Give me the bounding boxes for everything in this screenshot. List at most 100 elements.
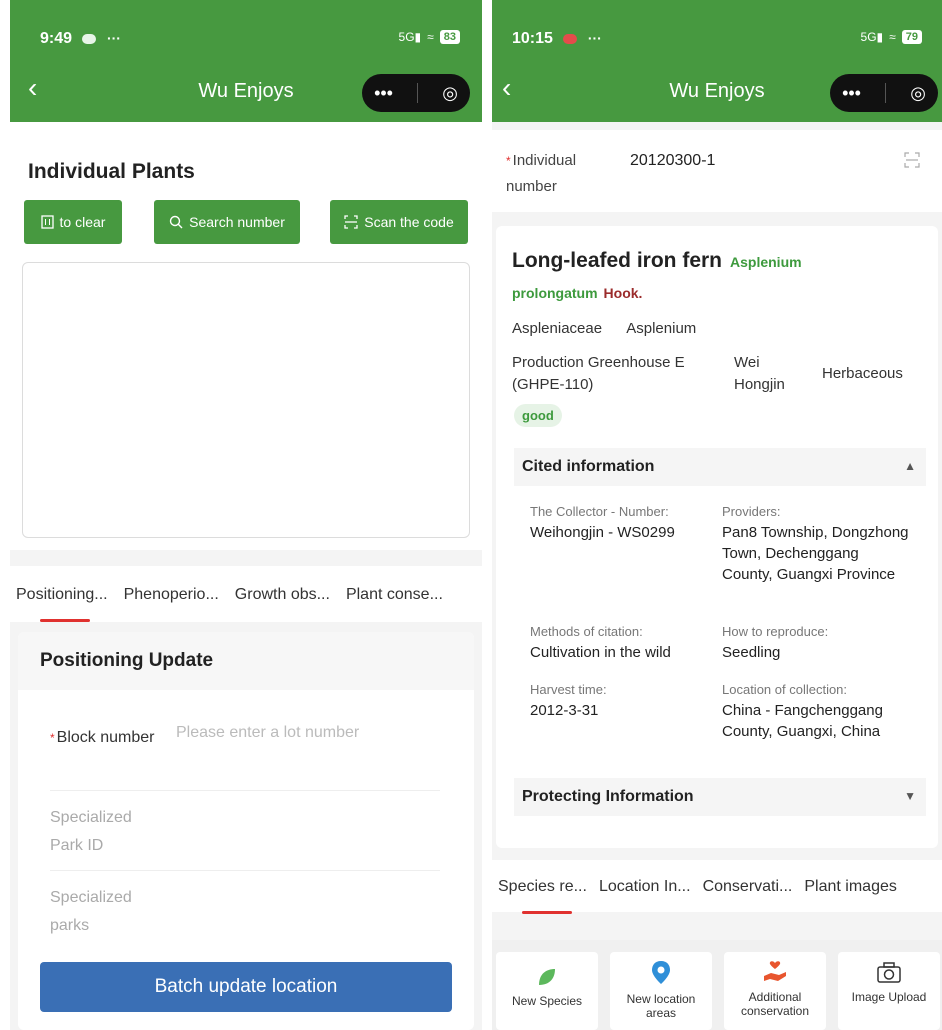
signal-icon: 5G▮ — [398, 30, 422, 44]
status-bar: 10:15 ··· — [512, 30, 602, 48]
greenhouse-location: Production Greenhouse E (GHPE-110) — [512, 354, 685, 393]
harvest-time-label: Harvest time: — [530, 682, 607, 697]
protecting-information-title: Protecting Information — [522, 788, 694, 805]
tab-plant-images[interactable]: Plant images — [798, 878, 903, 896]
leaf-icon — [539, 969, 555, 985]
new-species-label: New Species — [511, 994, 583, 1008]
status-time: 9:49 — [40, 30, 73, 47]
battery-icon: 83 — [439, 30, 460, 44]
scan-code-button[interactable]: Scan the code — [330, 200, 468, 244]
additional-conservation-label: Additional conservation — [740, 990, 810, 1018]
signal-icon: 5G▮ — [860, 30, 884, 44]
right-header: 10:15 ··· 5G▮ ≈ 79 ‹ Wu Enjoys ••• ◎ — [492, 0, 942, 122]
tab-species-record[interactable]: Species re... — [492, 878, 593, 914]
search-number-button[interactable]: Search number — [154, 200, 300, 244]
block-number-label: * Block number — [50, 729, 155, 746]
tab-growth-observation[interactable]: Growth obs... — [229, 586, 336, 604]
mini-program-capsule: ••• ◎ — [362, 74, 470, 112]
new-location-areas-button[interactable]: New location areas — [610, 952, 712, 1030]
tab-phenoperiod[interactable]: Phenoperio... — [118, 586, 225, 604]
caretaker-name: Wei Hongjin — [734, 354, 785, 393]
more-icon[interactable]: ••• — [842, 83, 861, 104]
additional-conservation-button[interactable]: Additional conservation — [724, 952, 826, 1030]
image-upload-label: Image Upload — [851, 990, 927, 1004]
close-record-icon[interactable]: ◎ — [910, 83, 926, 104]
new-location-areas-label: New location areas — [626, 992, 696, 1020]
capsule-divider — [885, 83, 887, 103]
bottom-action-bar: New Species New location areas Additiona… — [492, 940, 942, 1030]
collection-location-value: China - Fangchenggang County, Guangxi, C… — [722, 702, 883, 740]
card-title: Positioning Update — [18, 632, 474, 690]
scan-icon[interactable] — [904, 152, 920, 168]
park-id-row: Specialized Park ID — [50, 804, 440, 864]
status-bar: 9:49 ··· — [40, 30, 121, 48]
positioning-update-card: Positioning Update *Block number Special… — [18, 632, 474, 1030]
location-pin-icon — [652, 961, 670, 984]
image-upload-button[interactable]: Image Upload — [838, 952, 940, 1030]
providers-label: Providers: — [722, 504, 781, 519]
parks-row: Specialized parks — [50, 884, 440, 944]
search-button-label: Search number — [189, 214, 285, 230]
app-notification-icon — [563, 33, 578, 44]
tab-conservation[interactable]: Conservati... — [697, 878, 799, 896]
camera-icon — [877, 962, 901, 983]
parks-label: Specialized parks — [50, 889, 132, 934]
search-panel: Individual Plants to clear Search number… — [10, 122, 482, 550]
status-time: 10:15 — [512, 30, 553, 47]
battery-icon: 79 — [901, 30, 922, 44]
mini-program-capsule: ••• ◎ — [830, 74, 938, 112]
tab-location-info[interactable]: Location In... — [593, 878, 697, 896]
block-number-row: * Block number — [50, 724, 440, 784]
more-icon[interactable]: ••• — [374, 83, 393, 104]
species-name: Long-leafed iron fern Asplenium prolongat… — [512, 246, 932, 309]
common-name: Long-leafed iron fern — [512, 249, 722, 272]
species-author: Hook. — [603, 285, 643, 301]
close-record-icon[interactable]: ◎ — [442, 83, 458, 104]
citation-method-label: Methods of citation: — [530, 624, 643, 639]
block-number-input[interactable] — [176, 724, 436, 742]
clear-button[interactable]: to clear — [24, 200, 122, 244]
reproduce-label: How to reproduce: — [722, 624, 829, 639]
species-card: Long-leafed iron fern Asplenium prolongat… — [496, 226, 938, 848]
park-id-label: Specialized Park ID — [50, 809, 132, 854]
results-list-area[interactable] — [22, 262, 470, 538]
citation-method-value: Cultivation in the wild — [530, 644, 671, 661]
chevron-up-icon: ▲ — [904, 459, 916, 473]
wifi-icon: ≈ — [427, 30, 434, 44]
harvest-time-value: 2012-3-31 — [530, 702, 599, 719]
search-icon — [169, 215, 183, 229]
tab-plant-conservation[interactable]: Plant conse... — [340, 586, 449, 604]
reproduce-value: Seedling — [722, 644, 781, 661]
growth-habit: Herbaceous — [822, 365, 903, 382]
left-tabs: Positioning... Phenoperio... Growth obs.… — [10, 586, 449, 622]
right-phone-screen: 10:15 ··· 5G▮ ≈ 79 ‹ Wu Enjoys ••• ◎ * In… — [492, 0, 942, 1030]
left-header: 9:49 ··· 5G▮ ≈ 83 ‹ Wu Enjoys ••• ◎ — [10, 0, 482, 122]
status-indicators: 5G▮ ≈ 83 — [399, 30, 460, 44]
tab-positioning[interactable]: Positioning... — [10, 586, 114, 622]
more-notifications-icon: ··· — [106, 30, 121, 46]
status-indicators: 5G▮ ≈ 79 — [861, 30, 922, 44]
right-tabs: Species re... Location In... Conservati.… — [492, 878, 903, 914]
status-badge: good — [514, 404, 562, 427]
cited-information-header[interactable]: Cited information ▲ — [514, 448, 926, 486]
providers-value: Pan8 Township, Dongzhong Town, Dechengga… — [722, 524, 909, 583]
more-notifications-icon: ··· — [587, 30, 602, 46]
batch-update-location-button[interactable]: Batch update location — [40, 962, 452, 1012]
new-species-button[interactable]: New Species — [496, 952, 598, 1030]
chevron-down-icon: ▼ — [904, 789, 916, 803]
scan-icon — [344, 215, 358, 229]
collection-location-label: Location of collection: — [722, 682, 848, 697]
individual-number-label: * Individual number — [506, 152, 577, 195]
protecting-information-header[interactable]: Protecting Information ▼ — [514, 778, 926, 816]
scan-button-label: Scan the code — [364, 214, 454, 230]
left-phone-screen: 9:49 ··· 5G▮ ≈ 83 ‹ Wu Enjoys ••• ◎ Indi… — [10, 0, 482, 1030]
individual-number-value: 20120300-1 — [630, 152, 716, 169]
section-title: Individual Plants — [28, 160, 195, 183]
row-divider — [50, 870, 440, 871]
taxonomy-line: Aspleniaceae Asplenium — [512, 318, 696, 340]
individual-number-card: * Individual number 20120300-1 — [492, 130, 942, 212]
collector-label: The Collector - Number: — [530, 504, 669, 519]
clear-button-label: to clear — [59, 214, 106, 230]
capsule-divider — [417, 83, 419, 103]
trash-icon — [40, 215, 54, 229]
